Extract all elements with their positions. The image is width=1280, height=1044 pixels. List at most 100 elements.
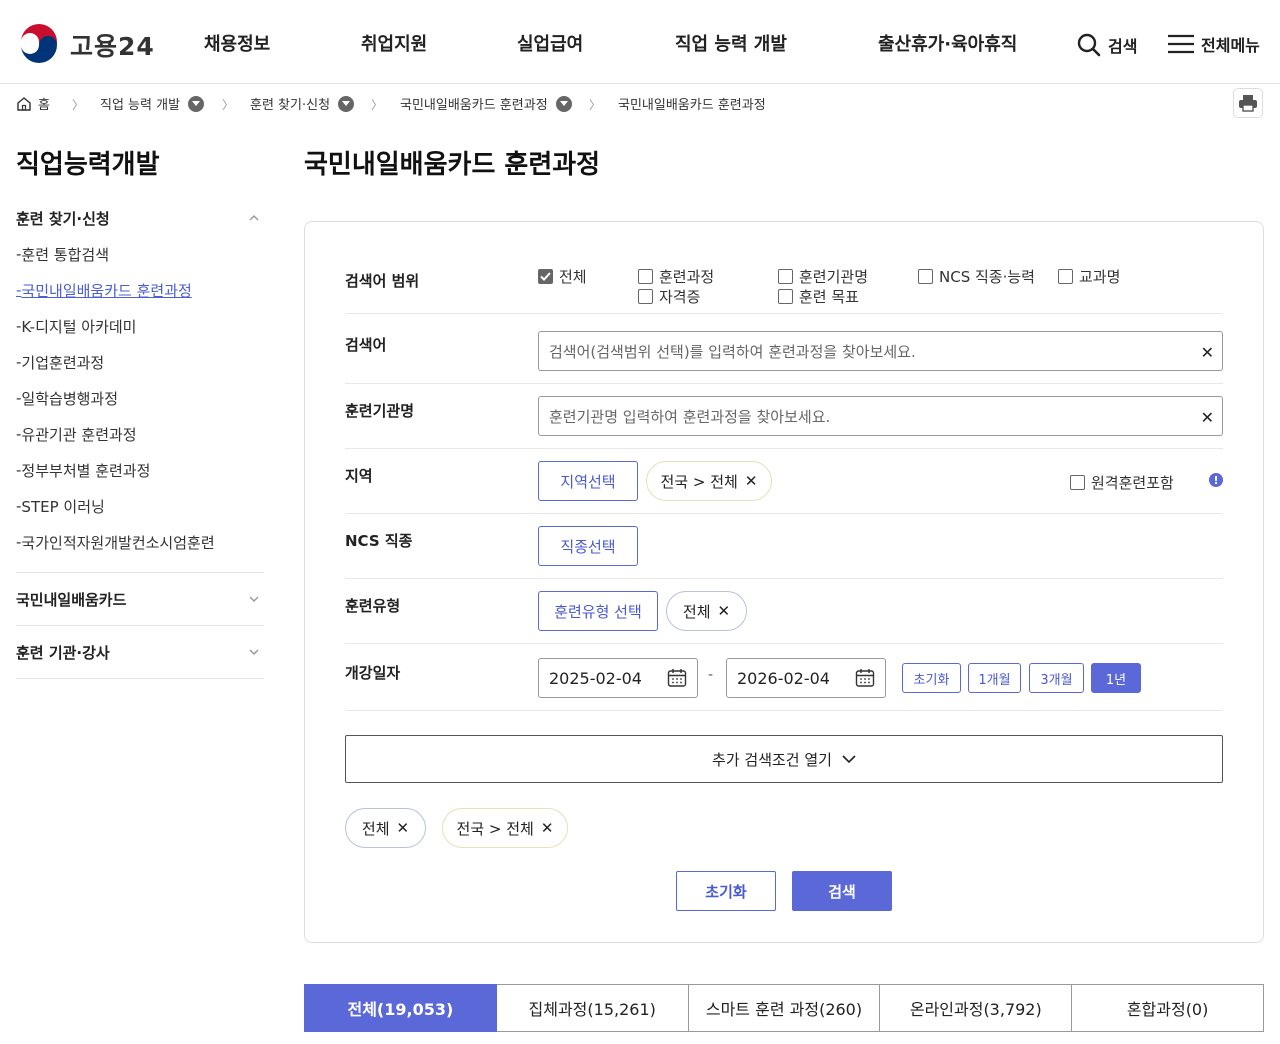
sidebar-item-card-course[interactable]: - 국민내일배움카드 훈련과정 [16,272,264,308]
result-tabs: 전체(19,053) 집체과정(15,261) 스마트 훈련 과정(260) 온… [304,984,1264,1032]
tab-offline[interactable]: 집체과정(15,261) [496,984,689,1032]
sidebar-item-label: K-디지털 아카데미 [21,317,137,336]
sidebar: 훈련 찾기·신청 - 훈련 통합검색 - 국민내일배움카드 훈련과정 - K-디지털 … [16,200,264,679]
breadcrumb-item-card-course[interactable]: 국민내일배움카드 훈련과정 [400,94,572,113]
sidebar-item-label: 기업훈련과정 [21,353,105,372]
chevron-down-icon [249,649,259,655]
breadcrumb-home-label: 홈 [38,98,50,113]
close-icon[interactable]: ✕ [541,819,554,837]
nav-parental-leave[interactable]: 출산휴가·육아휴직 [878,30,1017,56]
scope-course-checkbox[interactable]: 훈련과정 [638,266,714,287]
checkbox-checked-icon [538,269,553,284]
ncs-select-button[interactable]: 직종선택 [538,526,638,566]
institution-placeholder: 훈련기관명 입력하여 훈련과정을 찾아보세요. [549,407,831,426]
sidebar-item-k-digital[interactable]: - K-디지털 아카데미 [16,308,264,344]
sidebar-group-find-training: 훈련 찾기·신청 - 훈련 통합검색 - 국민내일배움카드 훈련과정 - K-디지털 … [16,200,264,573]
header: 고용24 채용정보 취업지원 실업급여 직업 능력 개발 출산휴가·육아휴직 검… [0,0,1280,84]
breadcrumb-home[interactable]: 홈 [16,94,50,113]
training-type-chip[interactable]: 전체 ✕ [666,591,747,631]
sidebar-item-integrated-search[interactable]: - 훈련 통합검색 [16,236,264,272]
checkbox-label: 훈련 목표 [799,288,859,306]
sidebar-group-header[interactable]: 훈련 기관·강사 [16,626,264,678]
scope-all-checkbox[interactable]: 전체 [538,266,587,287]
search-button[interactable]: 검색 [792,871,892,911]
nav-vocational-training[interactable]: 직업 능력 개발 [675,30,787,56]
tab-all[interactable]: 전체(19,053) [304,984,497,1032]
checkbox-icon [638,269,653,284]
chevron-down-icon[interactable] [188,95,205,112]
open-date-label: 개강일자 [345,664,401,682]
breadcrumb-label: 직업 능력 개발 [100,98,181,113]
scope-institution-checkbox[interactable]: 훈련기관명 [778,266,868,287]
all-menu-label: 전체메뉴 [1201,36,1260,55]
nav-job-info[interactable]: 채용정보 [204,30,270,56]
selected-chip-region[interactable]: 전국 > 전체 ✕ [442,808,568,848]
keyword-placeholder: 검색어(검색범위 선택)를 입력하여 훈련과정을 찾아보세요. [549,342,916,361]
sidebar-item-step-elearning[interactable]: - STEP 이러닝 [16,488,264,524]
close-icon[interactable]: ✕ [397,819,410,837]
period-reset-button[interactable]: 초기화 [902,663,961,693]
start-date-input[interactable]: 2025-02-04 [538,658,698,698]
clear-icon[interactable]: ✕ [1201,343,1214,362]
search-form: 검색어 범위 전체 훈련과정 훈련기관명 NCS 직종·능력 교과명 자격증 훈… [304,221,1264,943]
institution-input[interactable]: 훈련기관명 입력하여 훈련과정을 찾아보세요. ✕ [538,396,1223,436]
sidebar-item-ministry[interactable]: - 정부부처별 훈련과정 [16,452,264,488]
tab-blended[interactable]: 혼합과정(0) [1072,984,1264,1032]
info-icon[interactable]: ! [1209,473,1223,487]
sidebar-group-header[interactable]: 훈련 찾기·신청 [16,200,264,236]
tab-online[interactable]: 온라인과정(3,792) [880,984,1073,1032]
header-search-button[interactable]: 검색 [1076,32,1137,58]
scope-ncs-checkbox[interactable]: NCS 직종·능력 [918,266,1035,287]
chip-label: 전국 > 전체 [660,472,738,491]
remote-training-checkbox[interactable]: 원격훈련포함 [1070,472,1174,493]
calendar-icon[interactable] [667,668,687,688]
region-select-button[interactable]: 지역선택 [538,461,638,501]
checkbox-icon [778,269,793,284]
breadcrumb-item-vocational[interactable]: 직업 능력 개발 [100,94,205,113]
keyword-row: 검색어 검색어(검색범위 선택)를 입력하여 훈련과정을 찾아보세요. ✕ [345,322,1223,384]
sidebar-item-related-agency[interactable]: - 유관기관 훈련과정 [16,416,264,452]
sidebar-item-consortium[interactable]: - 국가인적자원개발컨소시엄훈련 [16,524,264,560]
clear-icon[interactable]: ✕ [1201,408,1214,427]
chevron-down-icon[interactable] [555,95,572,112]
period-1month-button[interactable]: 1개월 [968,663,1021,693]
checkbox-icon [1070,475,1085,490]
print-button[interactable] [1233,88,1263,118]
sidebar-item-work-study[interactable]: - 일학습병행과정 [16,380,264,416]
training-type-row: 훈련유형 훈련유형 선택 전체 ✕ [345,579,1223,644]
training-type-select-button[interactable]: 훈련유형 선택 [538,591,658,631]
expand-conditions-button[interactable]: 추가 검색조건 열기 [345,735,1223,783]
sidebar-item-corporate-training[interactable]: - 기업훈련과정 [16,344,264,380]
nav-unemployment-benefit[interactable]: 실업급여 [517,30,583,56]
all-menu-button[interactable]: 전체메뉴 [1167,32,1260,56]
scope-certificate-checkbox[interactable]: 자격증 [638,286,700,307]
end-date-input[interactable]: 2026-02-04 [726,658,886,698]
breadcrumb: 홈 〉 직업 능력 개발 〉 훈련 찾기·신청 〉 국민내일배움카드 훈련과정 … [16,92,1256,114]
ncs-row: NCS 직종 직종선택 [345,514,1223,579]
close-icon[interactable]: ✕ [718,602,731,620]
logo[interactable]: 고용24 [18,24,155,66]
sidebar-group-header[interactable]: 국민내일배움카드 [16,573,264,625]
period-3month-button[interactable]: 3개월 [1029,663,1084,693]
checkbox-label: 교과명 [1079,268,1121,286]
sidebar-item-label: STEP 이러닝 [21,497,105,516]
period-1year-button[interactable]: 1년 [1091,663,1141,693]
chevron-down-icon[interactable] [338,95,355,112]
scope-goal-checkbox[interactable]: 훈련 목표 [778,286,859,307]
breadcrumb-item-find-training[interactable]: 훈련 찾기·신청 [250,94,355,113]
close-icon[interactable]: ✕ [745,472,758,490]
calendar-icon[interactable] [855,668,875,688]
sidebar-item-label: 훈련 통합검색 [21,245,109,264]
checkbox-label: 원격훈련포함 [1091,474,1174,492]
tab-smart[interactable]: 스마트 훈련 과정(260) [688,984,881,1032]
keyword-input[interactable]: 검색어(검색범위 선택)를 입력하여 훈련과정을 찾아보세요. ✕ [538,331,1223,371]
selected-chip-type[interactable]: 전체 ✕ [345,808,426,848]
nav-employment-support[interactable]: 취업지원 [361,30,427,56]
region-chip[interactable]: 전국 > 전체 ✕ [646,461,772,501]
header-search-label: 검색 [1108,37,1138,56]
reset-button[interactable]: 초기화 [676,871,776,911]
chevron-down-icon [842,755,856,764]
checkbox-label: 자격증 [659,288,701,306]
sidebar-group-label: 훈련 기관·강사 [16,643,110,662]
scope-subject-checkbox[interactable]: 교과명 [1058,266,1120,287]
